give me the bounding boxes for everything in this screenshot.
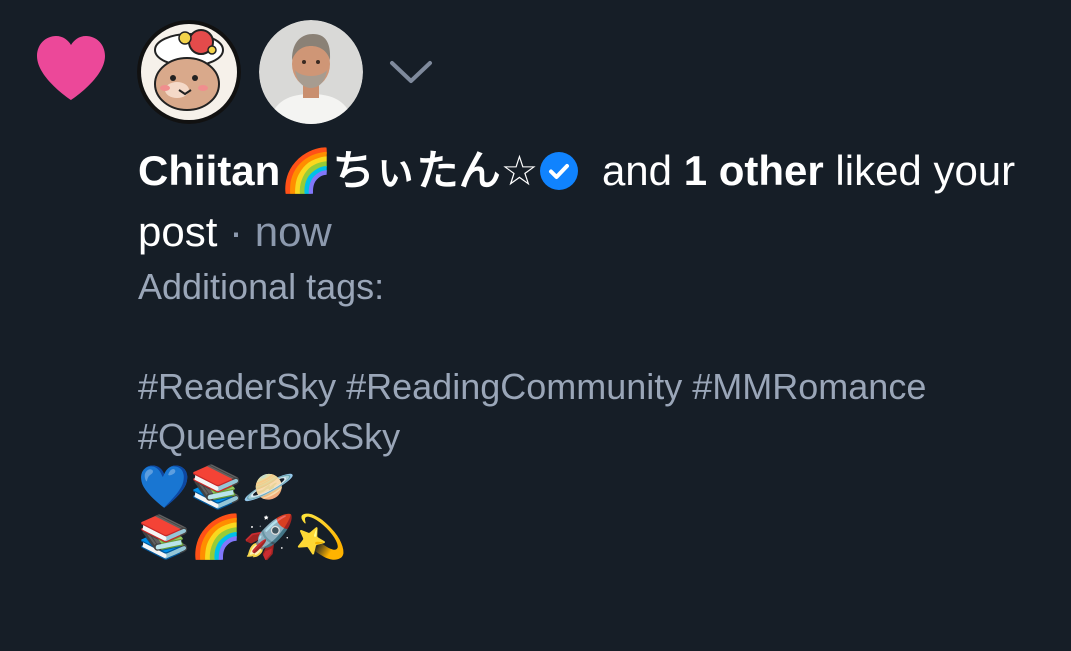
verified-check-icon [540, 152, 579, 190]
avatar-chiitan[interactable] [137, 20, 241, 124]
notification-body: Chiitan🌈ちぃたん☆ and 1 other liked your pos… [138, 140, 1058, 562]
post-text[interactable]: Additional tags: #ReaderSky #ReadingComm… [138, 262, 1058, 462]
separator: · [217, 208, 255, 255]
connector-text: and [590, 147, 684, 194]
post-emoji-line: 💙📚🪐 [138, 462, 295, 511]
expand-likers-button[interactable] [381, 20, 441, 124]
timestamp: now [254, 208, 332, 255]
notification-headline: Chiitan🌈ちぃたん☆ and 1 other liked your pos… [138, 140, 1058, 262]
like-notification[interactable]: Chiitan🌈ちぃたん☆ and 1 other liked your pos… [0, 0, 1071, 651]
others-count-link[interactable]: 1 other [684, 147, 824, 194]
post-emoji-line: 📚🌈🚀💫 [138, 512, 348, 561]
actor-name-link[interactable]: Chiitan🌈ちぃたん☆ [138, 147, 538, 194]
avatar-second-liker[interactable] [259, 20, 363, 124]
liker-avatars [137, 20, 441, 124]
heart-icon [37, 36, 105, 100]
chevron-down-icon [390, 61, 432, 83]
